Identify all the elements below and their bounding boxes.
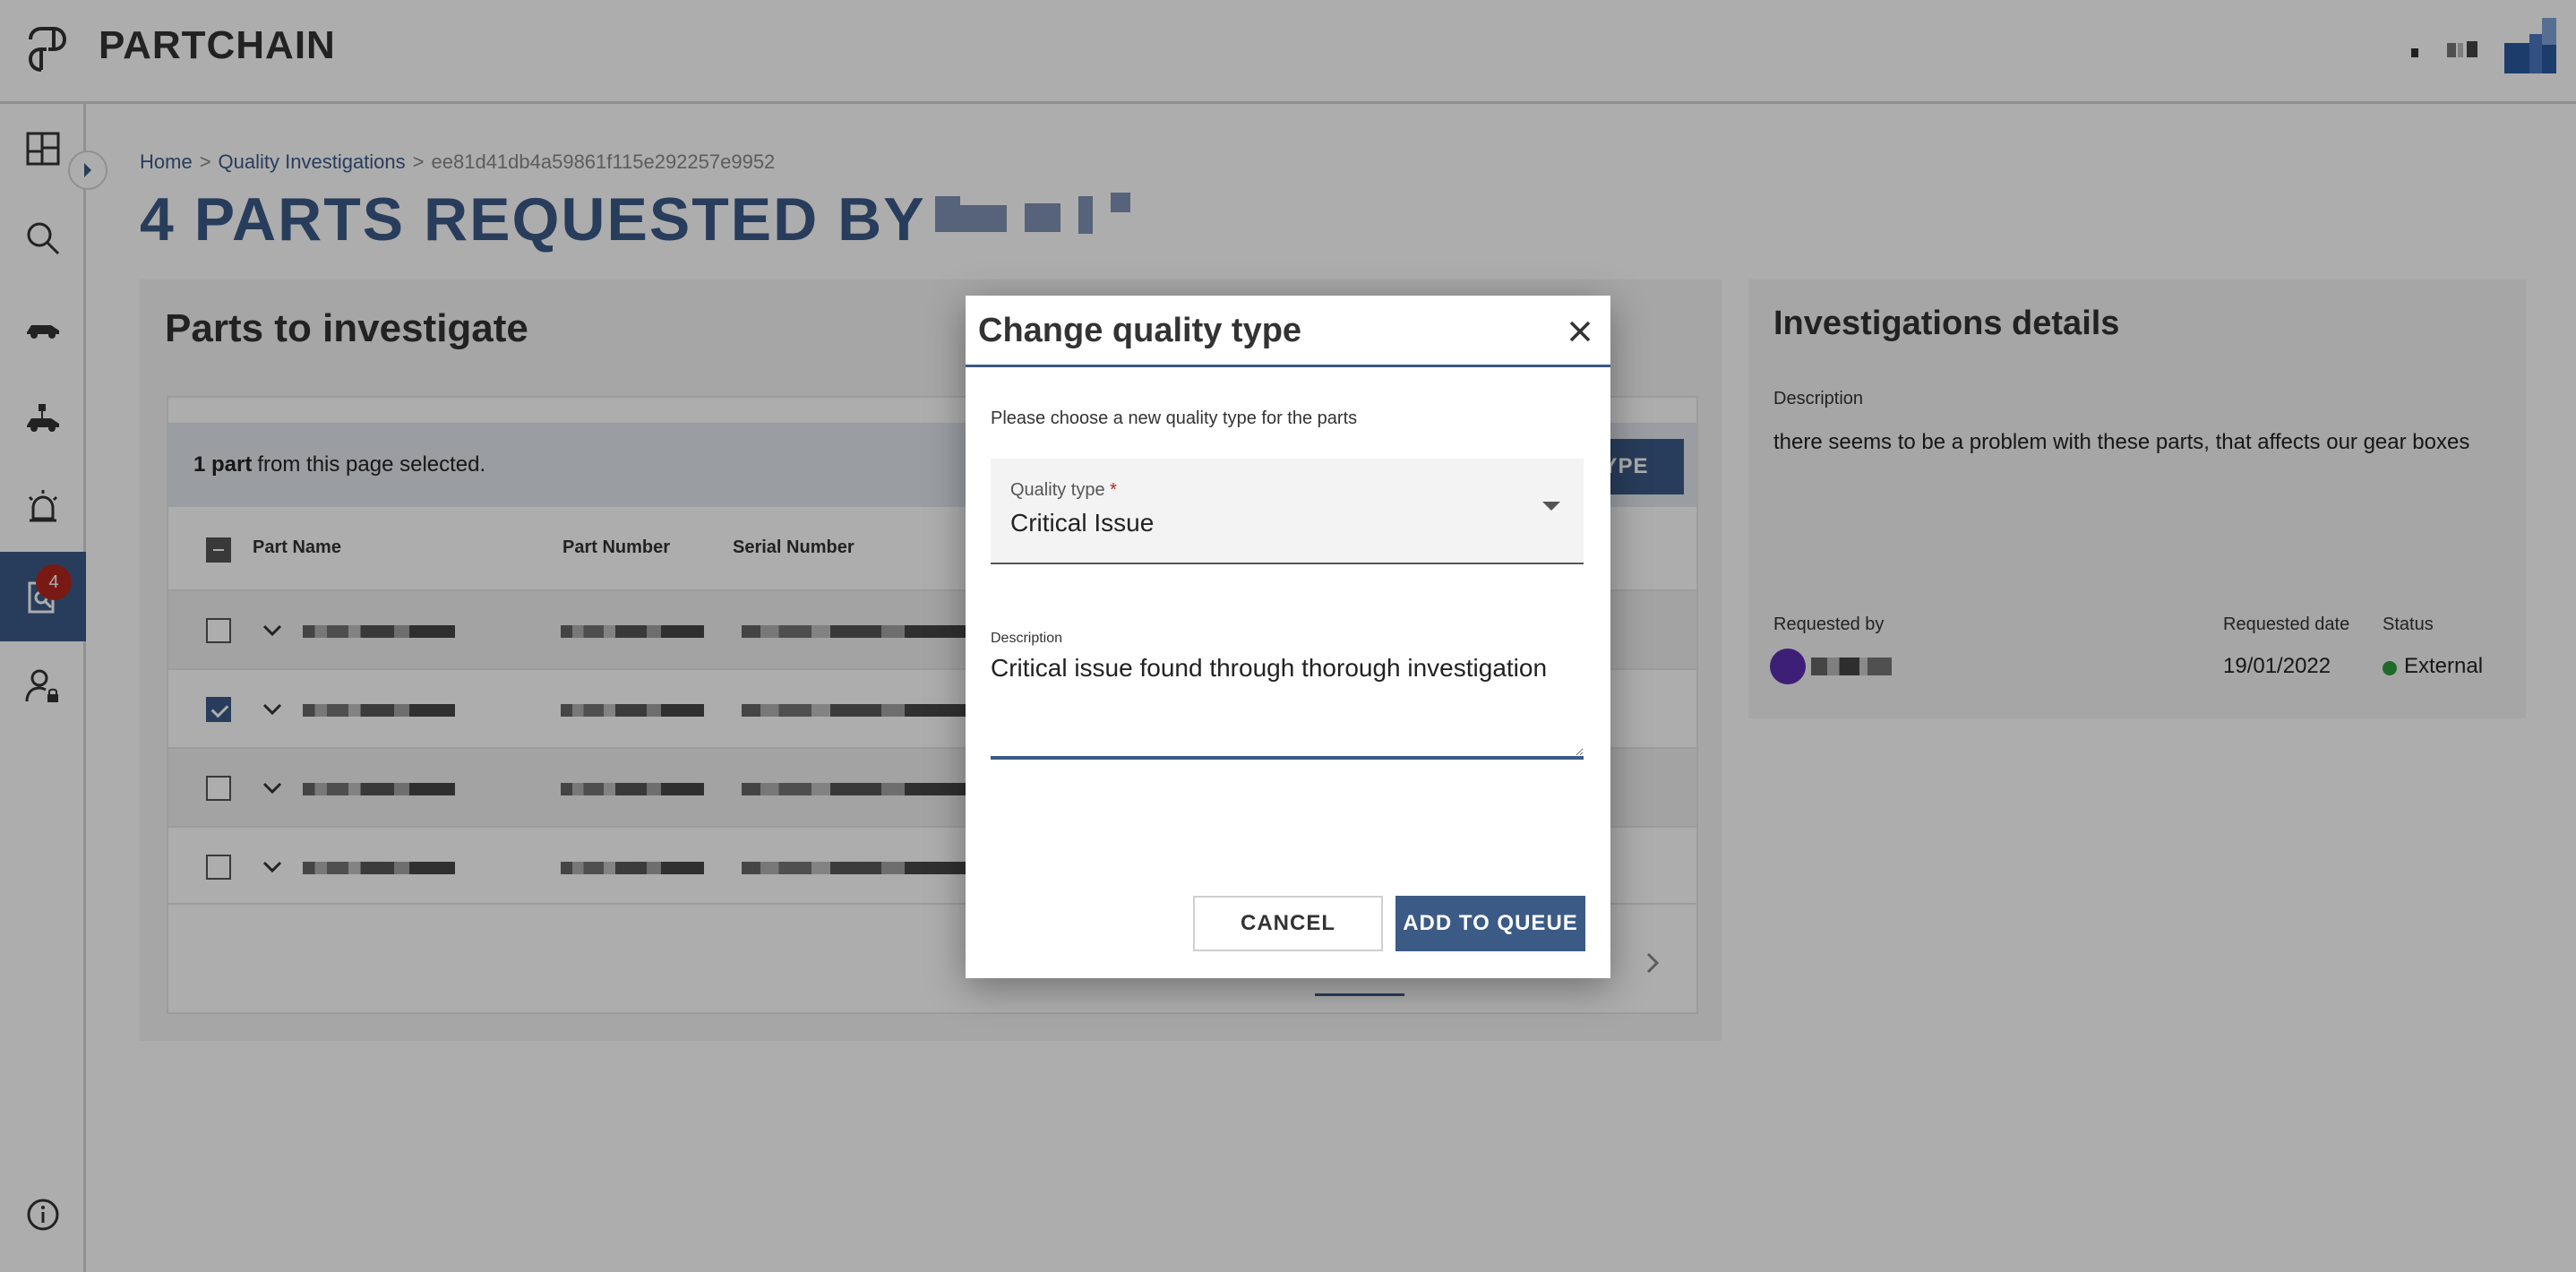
close-icon[interactable]: [1564, 315, 1596, 348]
dialog-instruction: Please choose a new quality type for the…: [991, 408, 1358, 428]
add-to-queue-button[interactable]: ADD TO QUEUE: [1395, 896, 1585, 951]
quality-type-label: Quality type *: [1010, 480, 1117, 500]
app-root: PARTCHAIN 4 Home > Quality Investigation…: [0, 0, 2576, 1272]
description-field-label: Description: [991, 631, 1063, 646]
dialog-header: Change quality type: [966, 296, 1610, 367]
dropdown-arrow-icon: [1542, 502, 1560, 511]
change-quality-type-dialog: Change quality type Please choose a new …: [966, 296, 1610, 978]
quality-type-value: Critical Issue: [1010, 509, 1155, 537]
cancel-button[interactable]: CANCEL: [1193, 896, 1383, 951]
description-textarea[interactable]: Critical issue found through thorough in…: [991, 654, 1584, 760]
dialog-title: Change quality type: [978, 312, 1302, 349]
quality-type-select[interactable]: Quality type * Critical Issue: [991, 459, 1584, 564]
